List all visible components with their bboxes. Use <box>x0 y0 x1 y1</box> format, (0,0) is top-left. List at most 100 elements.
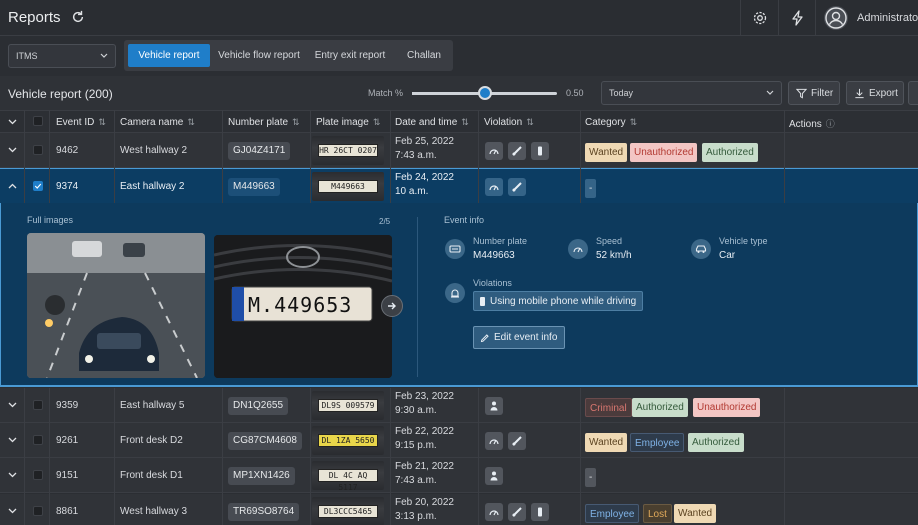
table-row[interactable]: 9462 West hallway 2 GJ04Z4171 HR 26CT 0207 F… <box>0 133 918 168</box>
chevron-down-icon[interactable] <box>8 508 17 514</box>
col-camera-name[interactable]: Camera name ⇅ <box>120 117 195 128</box>
speed-violation-icon[interactable] <box>485 178 503 196</box>
sort-icon[interactable]: ⇅ <box>187 117 195 128</box>
chevron-down-icon[interactable] <box>8 437 17 443</box>
number-plate: MP1XN1426 <box>228 467 295 485</box>
category-badge: Unauthorized <box>693 398 761 417</box>
seatbelt-violation-icon[interactable] <box>508 178 526 196</box>
helmet-violation-icon[interactable] <box>485 467 503 485</box>
date-filter-select[interactable]: Today <box>601 81 782 105</box>
table-row[interactable]: 8861 West hallway 3 TR69SO8764 DL3CCC5465 Fe… <box>0 494 918 525</box>
column-divider <box>390 388 391 525</box>
expanded-row-details: Full images 2/5 M.449653 Event info Numb… <box>0 203 918 387</box>
table-row[interactable]: 9359 East hallway 5 DN1Q2655 DL9S 009579 Feb… <box>0 388 918 423</box>
table-row[interactable]: 9374 East hallway 2 M449663 M449663 Feb 24, … <box>0 168 918 203</box>
chevron-up-icon[interactable] <box>8 183 17 189</box>
slider-handle[interactable] <box>477 86 492 100</box>
chevron-down-icon[interactable] <box>8 402 17 408</box>
plate-image-thumbnail[interactable]: DL 4C AQ 5117 <box>312 461 384 490</box>
speed-violation-icon[interactable] <box>485 503 503 521</box>
refresh-icon[interactable] <box>71 10 85 24</box>
export-label: Export <box>869 88 898 99</box>
full-image-road[interactable] <box>27 233 205 378</box>
tab-entry-exit-report[interactable]: Entry exit report <box>310 44 390 67</box>
column-divider <box>310 388 311 525</box>
sort-icon[interactable]: ⇅ <box>373 117 381 128</box>
user-name[interactable]: Administrator <box>857 12 918 24</box>
row-checkbox[interactable] <box>33 435 43 445</box>
col-date-time[interactable]: Date and time ⇅ <box>395 117 469 128</box>
seatbelt-violation-icon[interactable] <box>508 503 526 521</box>
col-event-id[interactable]: Event ID ⇅ <box>56 117 106 128</box>
category-badge: Employee <box>630 433 685 452</box>
full-image-plate-closeup[interactable]: M.449653 <box>214 235 392 378</box>
sort-icon[interactable]: ⇅ <box>630 117 638 128</box>
plate-image-thumbnail[interactable]: DL9S 009579 <box>312 391 384 420</box>
next-image-button[interactable] <box>381 295 403 317</box>
export-button[interactable]: Export <box>846 81 904 105</box>
edit-event-info-button[interactable]: Edit event info <box>473 326 566 349</box>
pencil-icon <box>480 334 489 343</box>
sort-icon[interactable]: ⇅ <box>292 117 300 128</box>
event-info-label: Event info <box>444 215 485 225</box>
column-divider <box>478 388 479 525</box>
seatbelt-violation-icon[interactable] <box>508 432 526 450</box>
plate-image-thumbnail[interactable]: HR 26CT 0207 <box>312 136 384 165</box>
filter-label: Filter <box>811 88 834 99</box>
sort-icon[interactable]: ⇅ <box>461 117 469 128</box>
tab-vehicle-flow-report[interactable]: Vehicle flow report <box>214 44 304 67</box>
source-select[interactable]: ITMS <box>8 44 116 68</box>
number-plate-icon <box>445 239 465 259</box>
chevron-down-icon[interactable] <box>8 119 17 125</box>
match-slider[interactable] <box>412 86 557 100</box>
violations-key: Violations <box>473 278 512 288</box>
phone-violation-icon[interactable] <box>531 142 549 160</box>
camera-name: West hallway 3 <box>120 506 188 517</box>
row-checkbox[interactable] <box>33 470 43 480</box>
lightning-icon[interactable] <box>790 10 806 26</box>
speed-violation-icon[interactable] <box>485 432 503 450</box>
user-avatar[interactable] <box>824 6 848 30</box>
select-all-checkbox[interactable] <box>33 116 43 126</box>
plate-image-text: HR 26CT 0207 <box>318 144 378 157</box>
seatbelt-violation-icon[interactable] <box>508 142 526 160</box>
col-category[interactable]: Category ⇅ <box>585 117 637 128</box>
speed-violation-icon[interactable] <box>485 142 503 160</box>
plate-value: M449663 <box>473 250 515 261</box>
chevron-down-icon <box>766 90 774 95</box>
column-divider <box>784 388 785 525</box>
column-divider <box>784 110 785 203</box>
plate-image-text: DL3CCC5465 <box>318 505 378 518</box>
col-plate-image[interactable]: Plate image ⇅ <box>316 117 380 128</box>
row-checkbox[interactable] <box>33 400 43 410</box>
table-row[interactable]: 9261 Front desk D2 CG87CM4608 DL 1ZA 5650 Fe… <box>0 423 918 458</box>
settings-gear-icon[interactable] <box>752 10 768 26</box>
plate-image-thumbnail[interactable]: M449663 <box>312 172 384 201</box>
row-checkbox[interactable] <box>33 145 43 155</box>
tab-vehicle-report[interactable]: Vehicle report <box>128 44 210 67</box>
chevron-down-icon[interactable] <box>8 472 17 478</box>
more-button[interactable] <box>908 81 918 105</box>
road-photo <box>27 233 205 378</box>
plate-image-text: M449663 <box>318 180 378 193</box>
sort-icon[interactable]: ⇅ <box>526 117 534 128</box>
row-checkbox[interactable] <box>33 181 43 191</box>
image-counter: 2/5 <box>379 217 391 226</box>
table-row[interactable]: 9151 Front desk D1 MP1XN1426 DL 4C AQ 5117 F… <box>0 458 918 493</box>
report-title: Vehicle report (200) <box>8 87 113 101</box>
col-number-plate[interactable]: Number plate ⇅ <box>228 117 300 128</box>
divider <box>815 0 816 36</box>
filter-button[interactable]: Filter <box>788 81 840 105</box>
plate-image-thumbnail[interactable]: DL 1ZA 5650 <box>312 426 384 455</box>
col-label: Plate image <box>316 117 369 128</box>
user-icon <box>825 7 847 29</box>
col-violation[interactable]: Violation ⇅ <box>484 117 534 128</box>
chevron-down-icon[interactable] <box>8 147 17 153</box>
row-checkbox[interactable] <box>33 506 43 516</box>
sort-icon[interactable]: ⇅ <box>98 117 106 128</box>
phone-violation-icon[interactable] <box>531 503 549 521</box>
helmet-violation-icon[interactable] <box>485 397 503 415</box>
tab-challan[interactable]: Challan <box>400 44 448 67</box>
plate-image-thumbnail[interactable]: DL3CCC5465 <box>312 497 384 525</box>
phone-icon <box>480 297 485 306</box>
